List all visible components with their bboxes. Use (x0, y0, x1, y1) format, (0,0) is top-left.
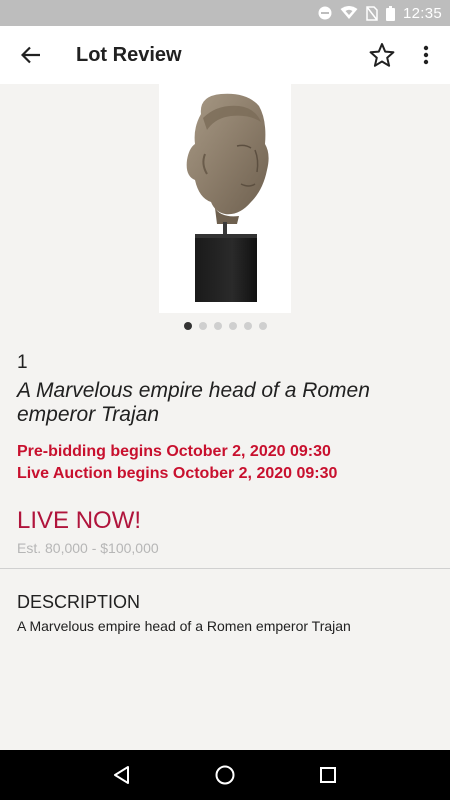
nav-back-button[interactable] (102, 755, 142, 795)
lot-number: 1 (17, 352, 28, 373)
nav-recents-button[interactable] (308, 755, 348, 795)
lot-review-screen: 12:35 Lot Review 1 A Marvelous empire he… (0, 0, 450, 800)
pager-dot[interactable] (258, 322, 267, 330)
system-nav-bar (0, 750, 450, 800)
pager-dot[interactable] (243, 322, 252, 330)
lot-title: A Marvelous empire head of a Romen emper… (17, 379, 370, 426)
price-estimate: Est. 80,000 - $100,000 (17, 540, 159, 556)
back-triangle-icon (113, 766, 129, 784)
live-auction-date: Live Auction begins October 2, 2020 09:3… (17, 465, 338, 482)
battery-icon (385, 5, 395, 21)
pager-dot[interactable] (228, 322, 237, 330)
nav-home-button[interactable] (205, 755, 245, 795)
divider (0, 568, 450, 569)
home-circle-icon (215, 765, 235, 785)
pager-dot[interactable] (213, 322, 222, 330)
marble-bust-image (186, 93, 269, 302)
image-pager[interactable] (0, 322, 450, 330)
more-options-button[interactable] (404, 26, 448, 84)
app-bar: Lot Review (0, 26, 450, 84)
prebidding-date: Pre-bidding begins October 2, 2020 09:30 (17, 443, 331, 460)
clock: 12:35 (402, 4, 442, 22)
status-bar: 12:35 (0, 0, 450, 26)
arrow-back-icon (21, 46, 40, 64)
page-title: Lot Review (76, 43, 182, 66)
wifi-icon (340, 6, 358, 20)
pager-dot[interactable] (198, 322, 207, 330)
description-text: A Marvelous empire head of a Romen emper… (17, 618, 351, 634)
pager-dot[interactable] (183, 322, 192, 330)
recents-square-icon (320, 767, 337, 783)
back-button[interactable] (2, 26, 60, 84)
favorite-button[interactable] (360, 26, 404, 84)
more-vert-icon (423, 45, 429, 65)
do-not-disturb-icon (318, 6, 332, 20)
star-outline-icon (369, 43, 395, 67)
no-sim-icon (366, 5, 378, 21)
live-now-status[interactable]: LIVE NOW! (17, 507, 141, 535)
lot-image[interactable] (159, 84, 291, 313)
description-heading: DESCRIPTION (17, 592, 141, 612)
